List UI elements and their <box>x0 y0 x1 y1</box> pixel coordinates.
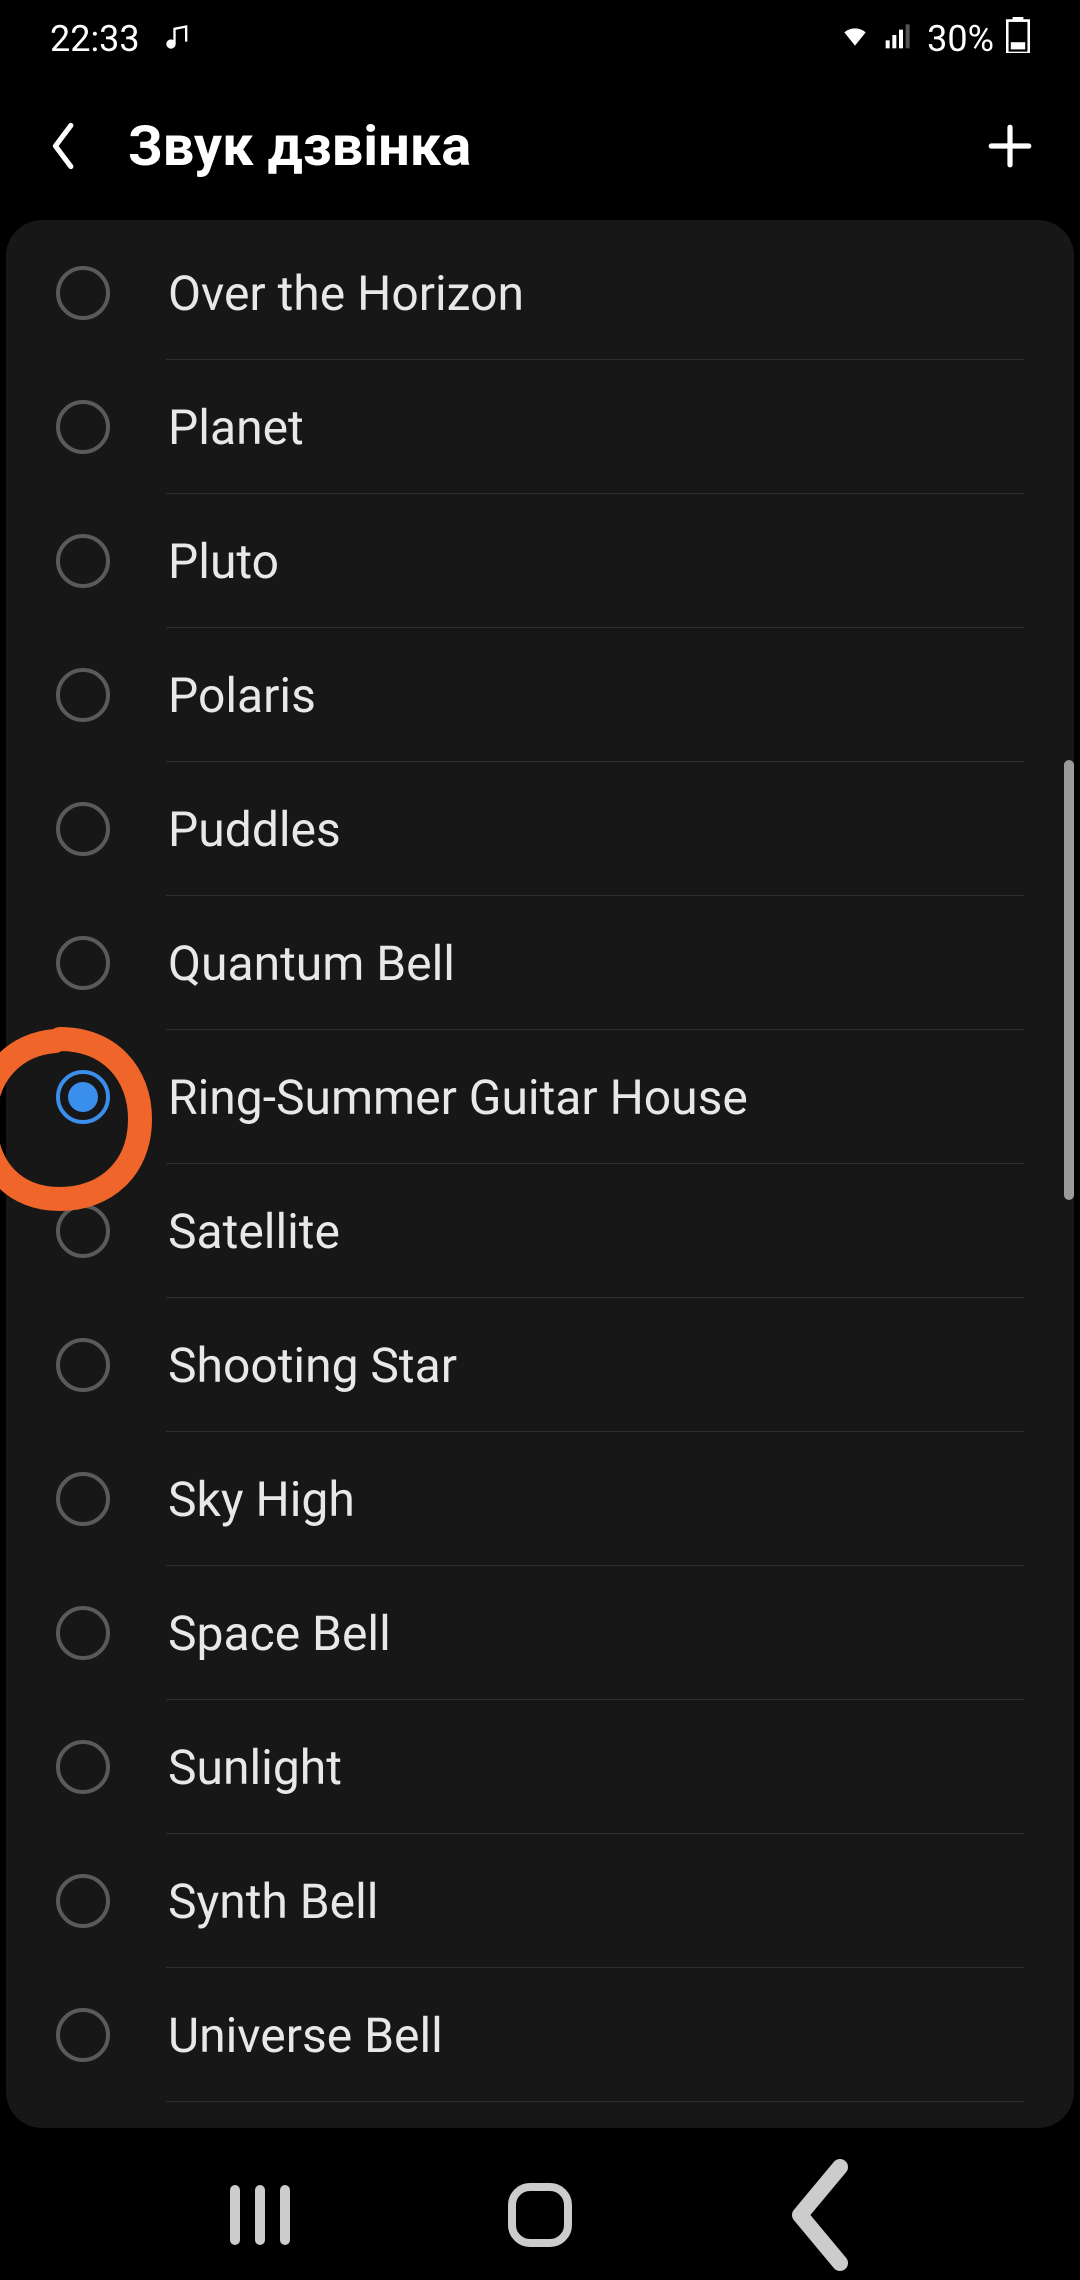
add-button[interactable] <box>980 116 1040 176</box>
nav-home-button[interactable] <box>500 2185 580 2245</box>
music-note-icon <box>164 18 192 60</box>
ringtone-item[interactable]: Quantum Bell <box>6 896 1074 1030</box>
ringtone-label: Sky High <box>168 1471 1024 1528</box>
ringtone-item[interactable]: Shooting Star <box>6 1298 1074 1432</box>
radio-button[interactable] <box>56 802 110 856</box>
radio-button[interactable] <box>56 266 110 320</box>
radio-button[interactable] <box>56 1874 110 1928</box>
ringtone-item[interactable]: Sunlight <box>6 1700 1074 1834</box>
ringtone-item[interactable]: Over the Horizon <box>6 226 1074 360</box>
ringtone-item[interactable]: Satellite <box>6 1164 1074 1298</box>
ringtone-label: Shooting Star <box>168 1337 1024 1394</box>
ringtone-item[interactable]: Puddles <box>6 762 1074 896</box>
ringtone-label: Polaris <box>168 667 1024 724</box>
nav-recents-button[interactable] <box>220 2185 300 2245</box>
wifi-icon <box>839 18 871 60</box>
status-right: 30% <box>839 17 1030 62</box>
ringtone-label: Pluto <box>168 533 1024 590</box>
status-bar: 22:33 30% <box>0 0 1080 78</box>
nav-bar <box>0 2150 1080 2280</box>
ringtone-label: Planet <box>168 399 1024 456</box>
signal-icon <box>883 18 915 60</box>
status-left: 22:33 <box>50 18 192 60</box>
radio-button[interactable] <box>56 1070 110 1124</box>
battery-icon <box>1006 17 1030 62</box>
radio-button[interactable] <box>56 400 110 454</box>
ringtone-label: Sunlight <box>168 1739 1024 1796</box>
ringtone-label: Ring-Summer Guitar House <box>168 1069 1024 1126</box>
battery-percent: 30% <box>927 18 994 60</box>
radio-button[interactable] <box>56 936 110 990</box>
ringtone-item[interactable]: Synth Bell <box>6 1834 1074 1968</box>
radio-button[interactable] <box>56 534 110 588</box>
page-title: Звук дзвінка <box>128 113 940 179</box>
radio-button[interactable] <box>56 668 110 722</box>
radio-button[interactable] <box>56 2008 110 2062</box>
nav-back-button[interactable] <box>780 2185 860 2245</box>
status-time: 22:33 <box>50 18 140 60</box>
radio-button[interactable] <box>56 1204 110 1258</box>
ringtone-item[interactable]: Planet <box>6 360 1074 494</box>
ringtone-item[interactable]: Space Bell <box>6 1566 1074 1700</box>
ringtone-item[interactable]: Universe Bell <box>6 1968 1074 2102</box>
ringtone-label: Over the Horizon <box>168 265 1024 322</box>
radio-button[interactable] <box>56 1606 110 1660</box>
ringtone-list[interactable]: Over the Horizon Planet Pluto Polaris Puddle… <box>6 220 1074 2102</box>
ringtone-label: Space Bell <box>168 1605 1024 1662</box>
ringtone-label: Puddles <box>168 801 1024 858</box>
content-panel: Over the Horizon Planet Pluto Polaris Puddle… <box>6 220 1074 2128</box>
radio-button[interactable] <box>56 1472 110 1526</box>
radio-button[interactable] <box>56 1740 110 1794</box>
ringtone-item[interactable]: Pluto <box>6 494 1074 628</box>
ringtone-label: Satellite <box>168 1203 1024 1260</box>
ringtone-item[interactable]: Sky High <box>6 1432 1074 1566</box>
scrollbar[interactable] <box>1064 760 1074 1200</box>
ringtone-item[interactable]: Ring-Summer Guitar House <box>6 1030 1074 1164</box>
ringtone-label: Universe Bell <box>168 2007 1024 2064</box>
ringtone-label: Synth Bell <box>168 1873 1024 1930</box>
ringtone-label: Quantum Bell <box>168 935 1024 992</box>
divider <box>166 2101 1024 2102</box>
ringtone-item[interactable]: Polaris <box>6 628 1074 762</box>
back-button[interactable] <box>40 122 88 170</box>
radio-button[interactable] <box>56 1338 110 1392</box>
app-header: Звук дзвінка <box>0 78 1080 214</box>
